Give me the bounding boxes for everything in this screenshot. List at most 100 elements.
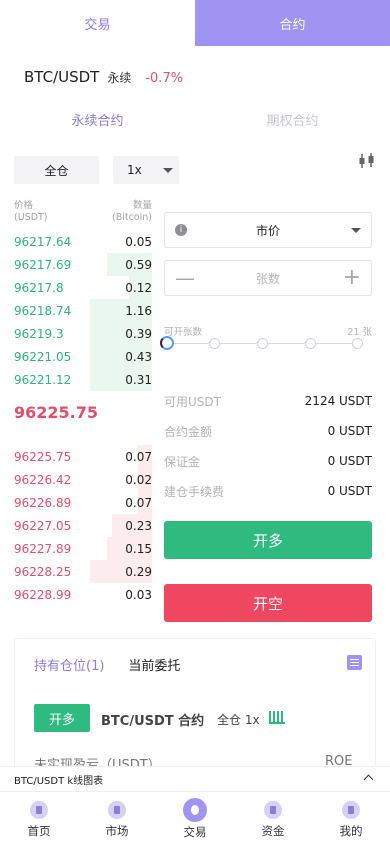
list-icon[interactable] bbox=[347, 655, 362, 670]
bid-row[interactable]: 96225.75 0.07 bbox=[14, 445, 152, 468]
bid-price: 96227.89 bbox=[14, 541, 72, 556]
kline-chart-toggle[interactable]: BTC/USDT k线图表 bbox=[0, 766, 390, 792]
signal-bars-icon bbox=[269, 711, 285, 724]
bid-qty: 0.02 bbox=[125, 472, 152, 487]
nav-trade[interactable]: 交易 bbox=[156, 792, 234, 844]
ask-price: 96217.8 bbox=[14, 280, 64, 295]
tab-options[interactable]: 期权合约 bbox=[195, 110, 390, 136]
minus-icon[interactable]: — bbox=[175, 268, 195, 288]
bid-row[interactable]: 96226.89 0.07 bbox=[14, 491, 152, 514]
ask-price: 96217.69 bbox=[14, 257, 72, 272]
tab-trade[interactable]: 交易 bbox=[0, 0, 195, 46]
margin-mode-button[interactable]: 全仓 bbox=[14, 156, 99, 184]
bid-qty: 0.03 bbox=[125, 587, 152, 602]
open-short-button[interactable]: 开空 bbox=[164, 584, 372, 622]
ask-row[interactable]: 96221.12 0.31 bbox=[14, 368, 152, 391]
ask-row[interactable]: 96217.69 0.59 bbox=[14, 253, 152, 276]
nav-wallet[interactable]: 资金 bbox=[234, 792, 312, 844]
bid-row[interactable]: 96228.25 0.29 bbox=[14, 560, 152, 583]
contract-type-tabs: 永续合约 期权合约 bbox=[0, 110, 390, 136]
slider-max-label: 21 张 bbox=[347, 327, 372, 338]
last-price: 96225.75 bbox=[14, 403, 99, 422]
slider-step-75[interactable] bbox=[305, 338, 316, 349]
ask-qty: 0.43 bbox=[125, 349, 152, 364]
qty-header: 数量 bbox=[132, 200, 152, 211]
tab-contract[interactable]: 合约 bbox=[195, 0, 390, 46]
nav-home-label: 首页 bbox=[27, 824, 51, 838]
wallet-icon bbox=[264, 801, 282, 819]
position-mode: 全仓 1x bbox=[217, 713, 260, 727]
available-value: 2124 USDT bbox=[304, 394, 372, 408]
margin-mode-label: 全仓 bbox=[44, 163, 69, 178]
ask-row[interactable]: 96217.64 0.05 bbox=[14, 230, 152, 253]
bid-qty: 0.29 bbox=[125, 564, 152, 579]
ask-price: 96218.74 bbox=[14, 303, 72, 318]
nav-market[interactable]: 市场 bbox=[78, 792, 156, 844]
position-side-badge: 开多 bbox=[34, 704, 90, 732]
ask-price: 96221.12 bbox=[14, 372, 72, 387]
profile-icon bbox=[342, 801, 360, 819]
bid-qty: 0.23 bbox=[125, 518, 152, 533]
amount-value: 0 USDT bbox=[327, 424, 372, 438]
info-icon[interactable]: i bbox=[175, 224, 187, 236]
ask-qty: 0.12 bbox=[125, 280, 152, 295]
ask-row[interactable]: 96217.8 0.12 bbox=[14, 276, 152, 299]
amount-label: 合约金额 bbox=[164, 424, 213, 439]
fee-label: 建仓手续费 bbox=[164, 484, 225, 499]
chevron-up-icon[interactable] bbox=[363, 774, 374, 785]
pair-header: BTC/USDT 永续 -0.7% bbox=[24, 68, 183, 86]
pair-symbol[interactable]: BTC/USDT bbox=[24, 68, 99, 86]
bid-qty: 0.15 bbox=[125, 541, 152, 556]
nav-trade-label: 交易 bbox=[183, 825, 207, 839]
slider-step-100[interactable] bbox=[352, 338, 363, 349]
positions-tabs: 持有仓位(1) 当前委托 bbox=[34, 655, 180, 674]
price-change: -0.7% bbox=[145, 71, 184, 86]
ask-row[interactable]: 96221.05 0.43 bbox=[14, 345, 152, 368]
order-type-label: 市价 bbox=[255, 223, 280, 238]
bid-qty: 0.07 bbox=[125, 495, 152, 510]
plus-icon[interactable]: + bbox=[343, 267, 361, 289]
slider-step-25[interactable] bbox=[209, 338, 220, 349]
margin-value: 0 USDT bbox=[327, 454, 372, 468]
ask-row[interactable]: 96219.3 0.39 bbox=[14, 322, 152, 345]
nav-home[interactable]: 首页 bbox=[0, 792, 78, 844]
ask-qty: 1.16 bbox=[125, 303, 152, 318]
slider-handle[interactable] bbox=[160, 336, 174, 350]
tab-open-orders[interactable]: 当前委托 bbox=[128, 655, 180, 674]
quantity-stepper[interactable]: — 张数 + bbox=[164, 260, 372, 296]
nav-profile-label: 我的 bbox=[339, 824, 363, 838]
leverage-label: 1x bbox=[127, 163, 142, 177]
bottom-nav: 首页 市场 交易 资金 我的 bbox=[0, 792, 390, 844]
nav-profile[interactable]: 我的 bbox=[312, 792, 390, 844]
margin-label: 保证金 bbox=[164, 454, 201, 469]
candlestick-icon[interactable] bbox=[357, 151, 377, 171]
bid-row[interactable]: 96228.99 0.03 bbox=[14, 583, 152, 606]
home-icon bbox=[30, 801, 48, 819]
order-type-select[interactable]: i 市价 bbox=[164, 212, 372, 248]
top-tabs: 交易 合约 bbox=[0, 0, 390, 46]
trade-icon bbox=[183, 798, 207, 822]
bid-row[interactable]: 96227.89 0.15 bbox=[14, 537, 152, 560]
leverage-select[interactable]: 1x bbox=[113, 156, 179, 184]
bid-row[interactable]: 96227.05 0.23 bbox=[14, 514, 152, 537]
bid-row[interactable]: 96226.42 0.02 bbox=[14, 468, 152, 491]
slider-step-50[interactable] bbox=[257, 338, 268, 349]
bid-price: 96226.89 bbox=[14, 495, 72, 510]
ask-qty: 0.31 bbox=[125, 372, 152, 387]
order-book-header: 价格 (USDT) 数量 (Bitcoin) bbox=[14, 200, 152, 224]
ask-row[interactable]: 96218.74 1.16 bbox=[14, 299, 152, 322]
tab-perpetual[interactable]: 永续合约 bbox=[0, 110, 195, 136]
tab-holdings[interactable]: 持有仓位(1) bbox=[34, 655, 104, 674]
qty-unit: (Bitcoin) bbox=[112, 212, 152, 223]
bid-price: 96225.75 bbox=[14, 449, 72, 464]
fee-row: 建仓手续费 0 USDT bbox=[164, 482, 372, 500]
pair-kind: 永续 bbox=[107, 71, 132, 85]
quantity-placeholder[interactable]: 张数 bbox=[256, 270, 280, 287]
bid-qty: 0.07 bbox=[125, 449, 152, 464]
position-title: BTC/USDT 合约 bbox=[101, 714, 205, 729]
open-long-button[interactable]: 开多 bbox=[164, 521, 372, 559]
ask-qty: 0.59 bbox=[125, 257, 152, 272]
fee-value: 0 USDT bbox=[327, 484, 372, 498]
ask-qty: 0.39 bbox=[125, 326, 152, 341]
bid-price: 96227.05 bbox=[14, 518, 72, 533]
